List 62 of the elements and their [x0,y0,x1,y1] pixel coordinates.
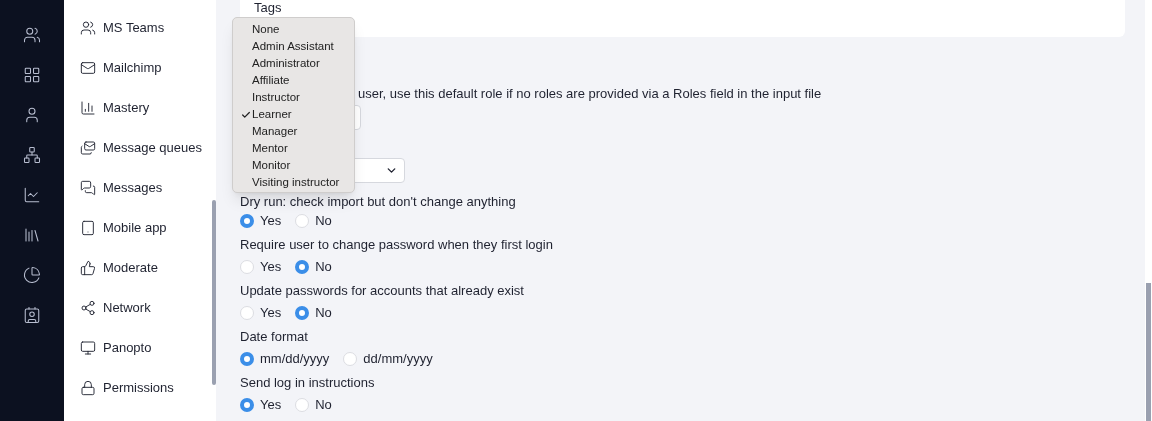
scrollbar-thumb[interactable] [212,200,216,385]
dropdown-option[interactable]: Visiting instructor [233,174,354,191]
field-label: Dry run: check import but don't change anything [240,194,516,209]
radio-option[interactable]: No [295,257,332,277]
radio-option[interactable]: No [295,211,332,231]
radio-button[interactable] [240,352,254,366]
dropdown-option[interactable]: Manager [233,123,354,140]
people-icon [80,20,96,36]
dropdown-option[interactable]: Mentor [233,140,354,157]
radio-button[interactable] [295,306,310,320]
field-label: Update passwords for accounts that already exist [240,283,524,298]
radio-option[interactable]: No [295,395,332,415]
radio-button[interactable] [295,260,310,274]
monitor-icon [80,340,96,356]
sidebar-item[interactable]: MS Teams [80,18,216,58]
dropdown-option[interactable]: Affiliate [233,72,354,89]
radio-option[interactable]: Yes [240,211,282,231]
sidebar-item[interactable]: Moderate [80,258,216,298]
envelopes-icon [80,140,96,156]
field-label: Date format [240,329,308,344]
radio-button[interactable] [240,398,254,412]
role-hint: user, use this default role if no roles are provided via a Roles field in the input file [358,86,822,101]
radio-option[interactable]: mm/dd/yyyy [240,349,330,369]
tags-label: Tags [254,0,282,15]
sidebar-item[interactable]: Network [80,298,216,338]
radio-option[interactable]: dd/mm/yyyy [343,349,433,369]
bar-chart-icon [80,100,96,116]
envelope-icon [80,60,96,76]
chat-bubbles-icon [80,180,96,196]
field-label: Require user to change password when they first login [240,237,553,252]
user-icon[interactable] [23,106,41,124]
dropdown-option[interactable]: Administrator [233,55,354,72]
field-label: Send log in instructions [240,375,375,390]
radio-option[interactable]: Yes [240,303,282,323]
id-card-icon[interactable] [23,306,41,324]
books-icon[interactable] [23,226,41,244]
sidebar-item[interactable]: Permissions [80,378,216,418]
sidebar-item[interactable]: Mastery [80,98,216,138]
dropdown-option[interactable]: Instructor [233,89,354,106]
dropdown-option[interactable]: Learner [233,106,354,123]
tablet-icon [80,220,96,236]
line-chart-icon[interactable] [23,186,41,204]
radio-option[interactable]: Yes [240,395,282,415]
sidebar-item[interactable]: Mobile app [80,218,216,258]
sidebar-item[interactable]: Panopto [80,338,216,378]
thumbs-up-icon [80,260,96,276]
radio-option[interactable]: No [295,303,332,323]
scrollbar-thumb[interactable] [1146,283,1151,421]
dropdown-option[interactable]: None [233,21,354,38]
dropdown-option[interactable]: Monitor [233,157,354,174]
radio-button[interactable] [240,214,254,228]
people-icon[interactable] [23,26,41,44]
lock-icon [80,380,96,396]
pie-chart-icon[interactable] [23,266,41,284]
grid-icon[interactable] [23,66,41,84]
hierarchy-icon[interactable] [23,146,41,164]
network-icon [80,300,96,316]
radio-option[interactable]: Yes [240,257,282,277]
dropdown-option[interactable]: Admin Assistant [233,38,354,55]
sidebar-item[interactable]: Mailchimp [80,58,216,98]
sidebar-item[interactable]: Message queues [80,138,216,178]
sidebar-item[interactable]: Messages [80,178,216,218]
